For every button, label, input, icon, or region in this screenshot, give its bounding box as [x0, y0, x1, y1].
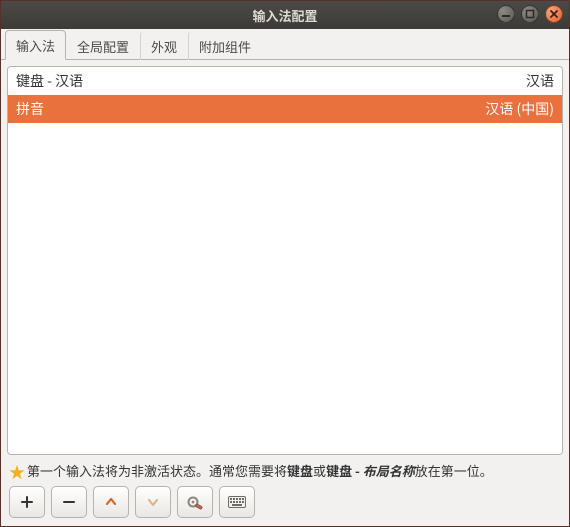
- list-item-lang: 汉语: [526, 71, 554, 91]
- tab-input-method[interactable]: 输入法: [5, 30, 66, 60]
- list-item-name: 拼音: [16, 99, 485, 119]
- move-up-button[interactable]: [93, 486, 129, 518]
- window-title: 输入法配置: [1, 6, 569, 25]
- close-icon: [549, 9, 559, 19]
- list-item-name: 键盘 - 汉语: [16, 71, 526, 91]
- hint-text: 第一个输入法将为非激活状态。通常您需要将键盘或键盘 - 布局名称放在第一位。: [27, 461, 493, 480]
- add-button[interactable]: [9, 486, 45, 518]
- maximize-button[interactable]: [521, 5, 539, 23]
- list-empty-area: [8, 123, 562, 454]
- keyboard-button[interactable]: [219, 486, 255, 518]
- chevron-down-icon: [146, 495, 160, 509]
- list-item-lang: 汉语 (中国): [485, 99, 554, 119]
- toolbar: [7, 486, 563, 518]
- tab-addons[interactable]: 附加组件: [188, 31, 262, 60]
- maximize-icon: [525, 9, 535, 19]
- minimize-button[interactable]: [497, 5, 515, 23]
- list-item[interactable]: 键盘 - 汉语 汉语: [8, 67, 562, 95]
- tab-global-config[interactable]: 全局配置: [66, 31, 140, 60]
- gear-icon: [186, 494, 204, 510]
- hint-bar: ★ 第一个输入法将为非激活状态。通常您需要将键盘或键盘 - 布局名称放在第一位。: [7, 461, 563, 480]
- tab-appearance[interactable]: 外观: [140, 31, 188, 60]
- close-button[interactable]: [545, 5, 563, 23]
- minus-icon: [62, 495, 76, 509]
- window: 输入法配置 输入法 全局配置 外观 附加组件 键盘 - 汉语 汉语 拼音: [0, 0, 570, 527]
- list-item[interactable]: 拼音 汉语 (中国): [8, 95, 562, 123]
- plus-icon: [20, 495, 34, 509]
- input-method-list[interactable]: 键盘 - 汉语 汉语 拼音 汉语 (中国): [7, 66, 563, 455]
- move-down-button[interactable]: [135, 486, 171, 518]
- window-controls: [497, 5, 563, 23]
- remove-button[interactable]: [51, 486, 87, 518]
- keyboard-icon: [228, 496, 246, 508]
- star-icon: ★: [9, 463, 25, 479]
- configure-button[interactable]: [177, 486, 213, 518]
- titlebar: 输入法配置: [1, 1, 569, 29]
- content: 键盘 - 汉语 汉语 拼音 汉语 (中国) ★ 第一个输入法将为非激活状态。通常…: [1, 60, 569, 526]
- minimize-icon: [501, 9, 511, 19]
- tab-bar: 输入法 全局配置 外观 附加组件: [1, 29, 569, 60]
- chevron-up-icon: [104, 495, 118, 509]
